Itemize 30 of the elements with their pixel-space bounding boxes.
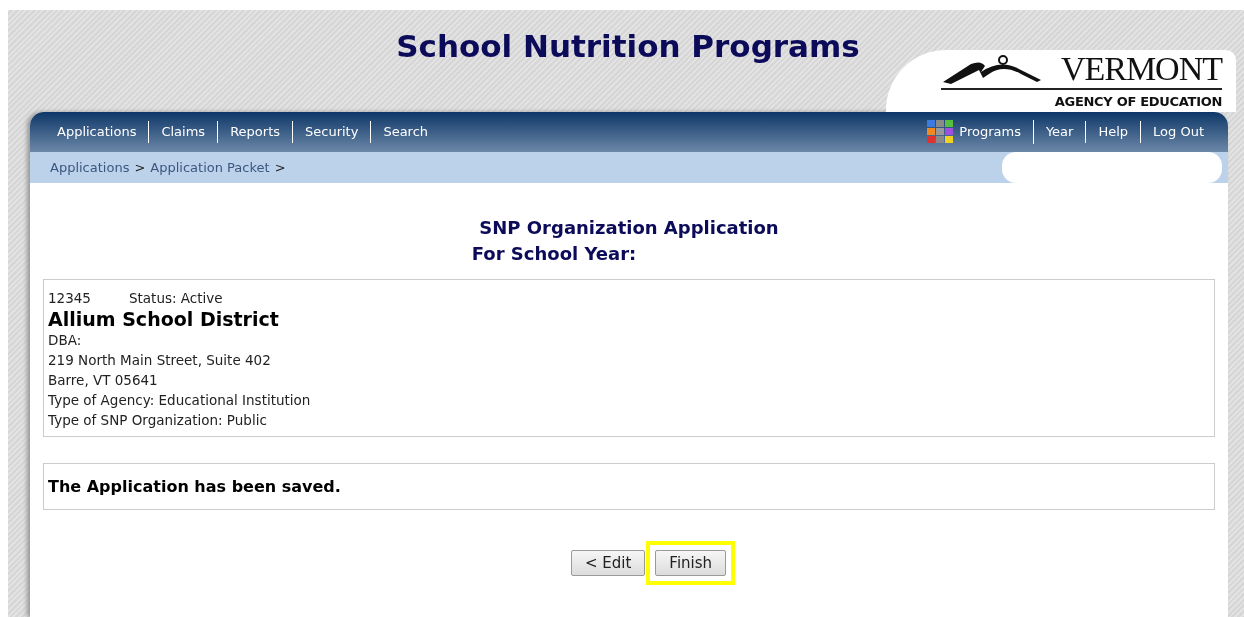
organization-detail: DBA: xyxy=(48,331,83,350)
page-title: School Nutrition Programs xyxy=(395,28,861,64)
organization-detail: Barre, VT 05641 xyxy=(48,371,159,390)
organization-status: Status: Active xyxy=(128,289,223,308)
action-button[interactable]: Finish xyxy=(655,550,727,576)
color-grid-icon xyxy=(927,120,954,144)
nav-link[interactable]: Security xyxy=(293,121,372,143)
nav-link[interactable]: Claims xyxy=(149,121,219,143)
save-message: The Application has been saved. xyxy=(43,463,1215,510)
nav-link[interactable]: Search xyxy=(371,121,441,143)
nav-link[interactable]: Year xyxy=(1033,121,1087,143)
organization-id: 12345 xyxy=(48,289,91,308)
action-button[interactable]: < Edit xyxy=(570,550,646,576)
breadcrumb-link[interactable]: Applications xyxy=(50,160,130,175)
logo-wordmark: VERMONT xyxy=(1060,52,1222,86)
nav-link[interactable]: Log Out xyxy=(1141,121,1216,143)
nav-link[interactable]: Help xyxy=(1086,121,1142,143)
breadcrumb-separator: > xyxy=(274,160,286,175)
organization-detail: Type of SNP Organization: Public xyxy=(48,411,268,430)
breadcrumb-link[interactable]: Application Packet xyxy=(150,160,270,175)
school-year-label: For School Year: xyxy=(471,243,637,264)
form-title: SNP Organization Application xyxy=(478,216,780,240)
organization-name: Allium School District xyxy=(48,308,280,330)
nav-link[interactable]: Applications xyxy=(45,121,150,143)
organization-detail: 219 North Main Street, Suite 402 xyxy=(48,351,272,370)
organization-detail: Type of Agency: Educational Institution xyxy=(48,391,312,410)
nav-link[interactable]: Programs xyxy=(915,120,1034,144)
logo-subtitle: AGENCY OF EDUCATION xyxy=(1054,94,1222,109)
nav-link[interactable]: Reports xyxy=(218,121,293,143)
breadcrumb-separator: > xyxy=(134,160,146,175)
